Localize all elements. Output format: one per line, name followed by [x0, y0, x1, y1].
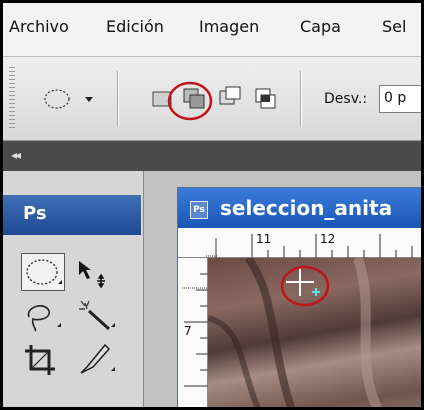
options-separator [300, 71, 302, 127]
elliptical-marquee-icon [26, 259, 62, 285]
document-title-bar[interactable]: Ps seleccion_anita [178, 188, 421, 228]
intersect-selection-button[interactable] [252, 83, 280, 115]
annotation-circle-icon [280, 265, 330, 307]
annotation-circle-icon [167, 81, 213, 121]
image-canvas[interactable] [207, 255, 421, 407]
workspace-area: Ps seleccion_anita 11 12 7 [144, 171, 421, 407]
menu-imagen[interactable]: Imagen [199, 17, 259, 36]
options-separator [117, 71, 119, 127]
slice-tool-button[interactable] [75, 341, 119, 379]
tools-panel: Ps [3, 171, 144, 407]
crop-icon [25, 345, 55, 375]
ps-logo: Ps [3, 195, 141, 235]
menu-capa[interactable]: Capa [300, 17, 341, 36]
crop-tool-button[interactable] [21, 341, 65, 379]
ruler-h-label: 12 [320, 232, 336, 246]
document-ps-icon: Ps [190, 201, 208, 219]
subtract-from-selection-icon [219, 86, 241, 105]
move-icon [79, 261, 105, 289]
slice-icon [80, 343, 115, 374]
elliptical-marquee-icon [44, 89, 93, 109]
menu-bar: Archivo Edición Imagen Capa Sel [3, 3, 421, 57]
ruler-h-label: 11 [256, 232, 272, 246]
ruler-ticks [206, 234, 413, 258]
ruler-ticks [182, 273, 208, 387]
menu-seleccion[interactable]: Sel [382, 17, 406, 36]
document-title: seleccion_anita [220, 196, 393, 220]
canvas-overlay [207, 255, 383, 407]
horizontal-ruler[interactable]: 11 12 [178, 228, 421, 258]
tool-preset-picker[interactable] [41, 83, 97, 115]
panel-dock-bar: ◂◂ [3, 141, 421, 171]
options-bar-grip[interactable] [9, 67, 15, 131]
lasso-tool-button[interactable] [21, 297, 65, 335]
vertical-ruler[interactable]: 7 [178, 258, 208, 407]
menu-edicion[interactable]: Edición [106, 17, 164, 36]
photoshop-window: Archivo Edición Imagen Capa Sel Desv.: 0… [0, 0, 424, 410]
collapse-panels-icon[interactable]: ◂◂ [11, 148, 21, 162]
move-tool-button[interactable] [75, 253, 119, 291]
document-window[interactable]: Ps seleccion_anita 11 12 7 [177, 187, 421, 407]
intersect-selection-icon [255, 88, 276, 109]
marquee-tool-button[interactable] [21, 253, 65, 291]
lasso-icon [27, 305, 61, 332]
ruler-v-label: 7 [184, 324, 192, 338]
feather-input[interactable]: 0 p [379, 85, 421, 113]
magic-wand-tool-button[interactable] [75, 297, 119, 335]
feather-label: Desv.: [324, 91, 368, 107]
subtract-from-selection-button[interactable] [216, 83, 244, 115]
magic-wand-icon [79, 300, 115, 331]
chevron-down-icon [85, 97, 93, 102]
menu-archivo[interactable]: Archivo [9, 17, 69, 36]
options-bar: Desv.: 0 p [3, 57, 421, 141]
